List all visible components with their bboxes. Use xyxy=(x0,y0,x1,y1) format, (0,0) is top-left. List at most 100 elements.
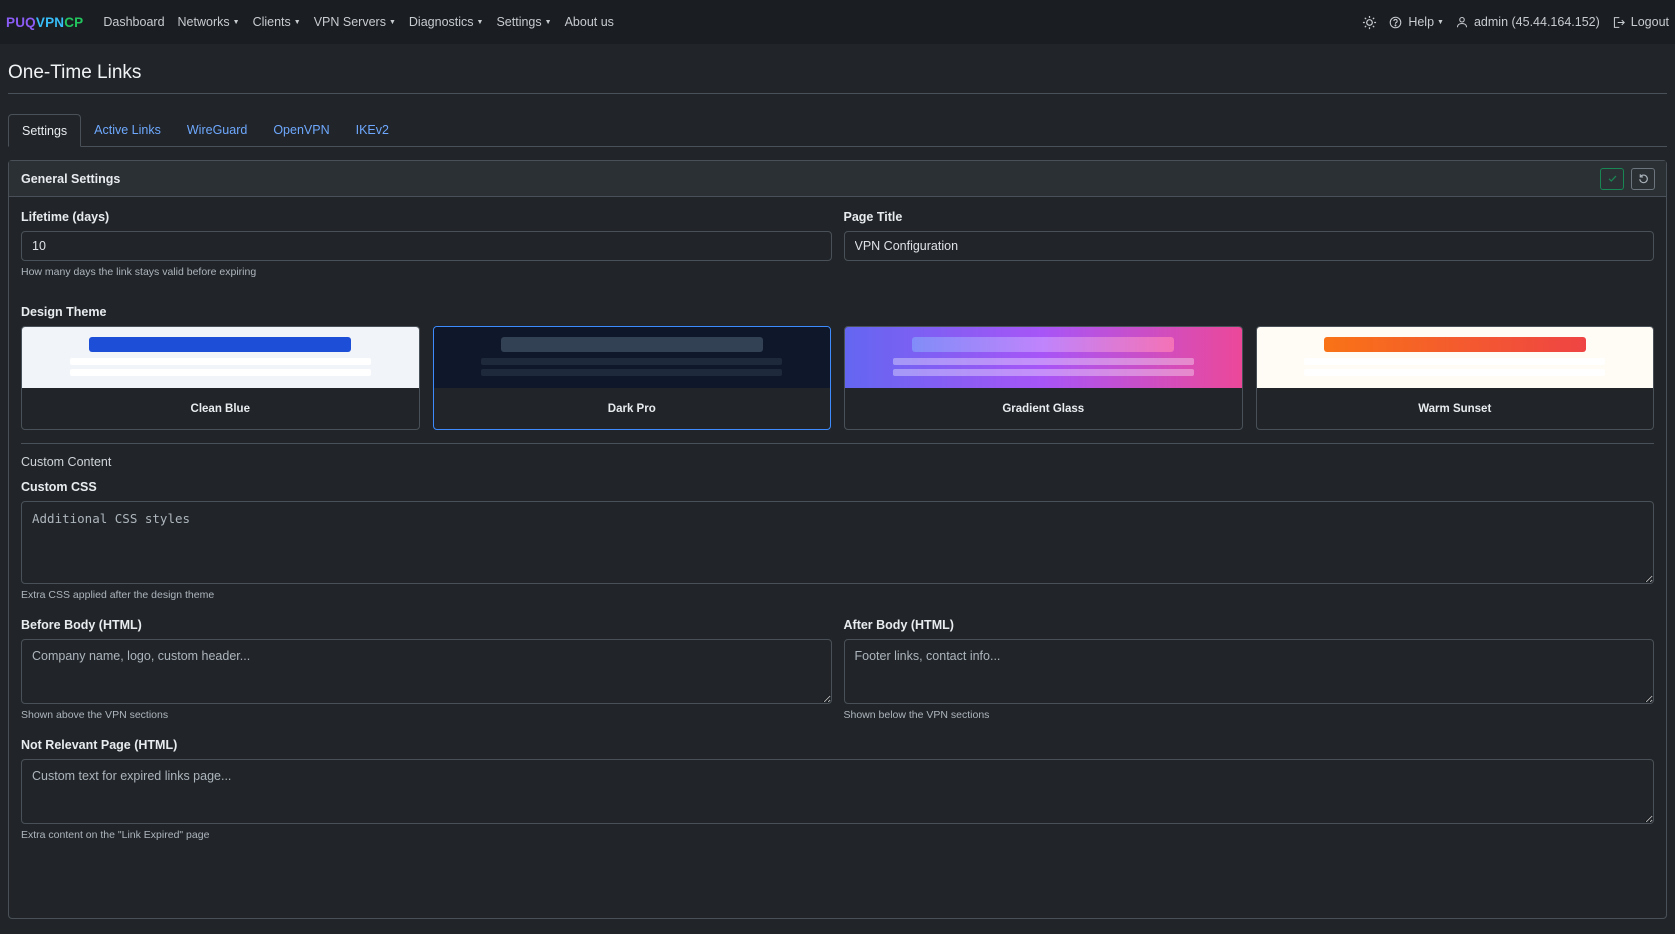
logout-icon xyxy=(1612,16,1625,29)
before-body-group: Before Body (HTML) Shown above the VPN s… xyxy=(21,618,832,721)
top-navbar: PUQ VPN CP Dashboard Networks ▼ Clients ▼ … xyxy=(0,0,1675,44)
nav-diagnostics-label: Diagnostics xyxy=(408,15,474,29)
preview-header-bar xyxy=(500,337,763,352)
theme-card-clean-blue[interactable]: Clean Blue xyxy=(21,326,420,430)
lifetime-help: How many days the link stays valid befor… xyxy=(21,266,257,278)
person-icon xyxy=(1456,16,1468,28)
page-title-input[interactable] xyxy=(843,231,1654,261)
lifetime-input[interactable] xyxy=(21,231,832,261)
body-html-row: Before Body (HTML) Shown above the VPN s… xyxy=(21,618,1654,721)
after-body-label: After Body (HTML) xyxy=(843,618,954,632)
preview-line xyxy=(1304,358,1606,365)
nav-clients-label: Clients xyxy=(252,15,291,29)
tab-bar: Settings Active Links WireGuard OpenVPN … xyxy=(8,114,1667,147)
custom-content-heading: Custom Content xyxy=(21,455,112,469)
help-label: Help xyxy=(1408,15,1435,29)
custom-css-help: Extra CSS applied after the design theme xyxy=(21,589,215,601)
custom-css-label: Custom CSS xyxy=(21,480,97,494)
nav-about-us[interactable]: About us xyxy=(565,15,614,29)
save-button[interactable] xyxy=(1600,167,1624,190)
custom-css-textarea[interactable] xyxy=(21,501,1654,584)
theme-preview xyxy=(433,327,830,388)
lifetime-label: Lifetime (days) xyxy=(21,210,110,224)
tab-settings[interactable]: Settings xyxy=(8,114,82,147)
design-theme-label: Design Theme xyxy=(21,305,107,319)
sun-icon xyxy=(1363,15,1377,29)
brand-part-2: VPN xyxy=(35,14,65,30)
theme-picker: Clean Blue Dark Pro Gradient Glass Warm … xyxy=(21,326,1654,430)
main-menu: Dashboard Networks ▼ Clients ▼ VPN Servers… xyxy=(103,15,614,29)
main-content: One-Time Links Settings Active Links Wir… xyxy=(0,44,1675,919)
check-icon xyxy=(1608,175,1616,182)
preview-line xyxy=(892,369,1194,376)
caret-down-icon: ▼ xyxy=(232,19,240,26)
tab-active-links[interactable]: Active Links xyxy=(81,114,174,146)
preview-line xyxy=(892,358,1194,365)
brand-part-1: PUQ xyxy=(6,14,36,30)
preview-line xyxy=(1304,369,1606,376)
theme-preview xyxy=(1256,327,1653,388)
preview-line xyxy=(69,358,371,365)
not-relevant-label: Not Relevant Page (HTML) xyxy=(21,738,178,752)
logout-label: Logout xyxy=(1630,15,1669,29)
theme-name: Dark Pro xyxy=(607,403,656,415)
nav-dashboard[interactable]: Dashboard xyxy=(103,15,164,29)
caret-down-icon: ▼ xyxy=(544,19,552,26)
preview-line xyxy=(481,369,783,376)
user-menu: Help ▼ admin (45.44.164.152) Logout xyxy=(1362,15,1669,30)
card-title: General Settings xyxy=(21,171,121,186)
before-body-textarea[interactable] xyxy=(21,639,832,704)
logout-link[interactable]: Logout xyxy=(1612,15,1669,29)
user-account[interactable]: admin (45.44.164.152) xyxy=(1456,15,1600,29)
brand-logo[interactable]: PUQ VPN CP xyxy=(6,15,83,30)
preview-header-bar xyxy=(912,337,1175,352)
card-header: General Settings xyxy=(9,161,1666,197)
caret-down-icon: ▼ xyxy=(388,19,396,26)
after-body-group: After Body (HTML) Shown below the VPN se… xyxy=(843,618,1654,721)
theme-card-gradient-glass[interactable]: Gradient Glass xyxy=(844,326,1243,430)
nav-settings[interactable]: Settings ▼ xyxy=(496,15,551,29)
preview-line xyxy=(481,358,783,365)
not-relevant-textarea[interactable] xyxy=(21,759,1654,824)
reset-icon xyxy=(1638,174,1648,184)
page-title-label: Page Title xyxy=(843,210,903,224)
nav-diagnostics[interactable]: Diagnostics ▼ xyxy=(409,15,484,29)
nav-clients[interactable]: Clients ▼ xyxy=(253,15,301,29)
reset-button[interactable] xyxy=(1631,167,1655,190)
tab-ikev2[interactable]: IKEv2 xyxy=(343,114,402,146)
caret-down-icon: ▼ xyxy=(476,19,484,26)
theme-card-warm-sunset[interactable]: Warm Sunset xyxy=(1255,326,1654,430)
page-title: One-Time Links xyxy=(8,44,1667,94)
after-body-textarea[interactable] xyxy=(843,639,1654,704)
nav-dashboard-label: Dashboard xyxy=(103,15,165,29)
caret-down-icon: ▼ xyxy=(1437,19,1444,26)
nav-networks-label: Networks xyxy=(177,15,230,29)
question-circle-icon xyxy=(1389,16,1402,29)
nav-settings-label: Settings xyxy=(496,15,542,29)
help-menu[interactable]: Help ▼ xyxy=(1389,15,1444,29)
preview-line xyxy=(69,369,371,376)
section-divider xyxy=(21,443,1654,444)
theme-preview xyxy=(22,327,419,388)
before-body-help: Shown above the VPN sections xyxy=(21,709,169,721)
theme-card-dark-pro[interactable]: Dark Pro xyxy=(432,326,831,430)
card-body: Lifetime (days) How many days the link s… xyxy=(9,197,1666,854)
before-body-label: Before Body (HTML) xyxy=(21,618,142,632)
preview-header-bar xyxy=(89,337,352,352)
theme-preview xyxy=(845,327,1242,388)
top-fields-row: Lifetime (days) How many days the link s… xyxy=(21,210,1654,278)
card-actions xyxy=(1600,167,1655,190)
theme-name: Gradient Glass xyxy=(1002,403,1085,415)
nav-vpn-servers[interactable]: VPN Servers ▼ xyxy=(314,15,396,29)
nav-about-us-label: About us xyxy=(564,15,614,29)
nav-networks[interactable]: Networks ▼ xyxy=(178,15,240,29)
after-body-help: Shown below the VPN sections xyxy=(843,709,990,721)
caret-down-icon: ▼ xyxy=(293,19,301,26)
general-settings-card: General Settings Lifetime (days) How man… xyxy=(8,160,1667,919)
tab-wireguard[interactable]: WireGuard xyxy=(174,114,260,146)
page-title-group: Page Title xyxy=(843,210,1654,278)
theme-toggle[interactable] xyxy=(1362,15,1377,30)
preview-header-bar xyxy=(1323,337,1586,352)
nav-vpn-servers-label: VPN Servers xyxy=(313,15,386,29)
tab-openvpn[interactable]: OpenVPN xyxy=(260,114,342,146)
